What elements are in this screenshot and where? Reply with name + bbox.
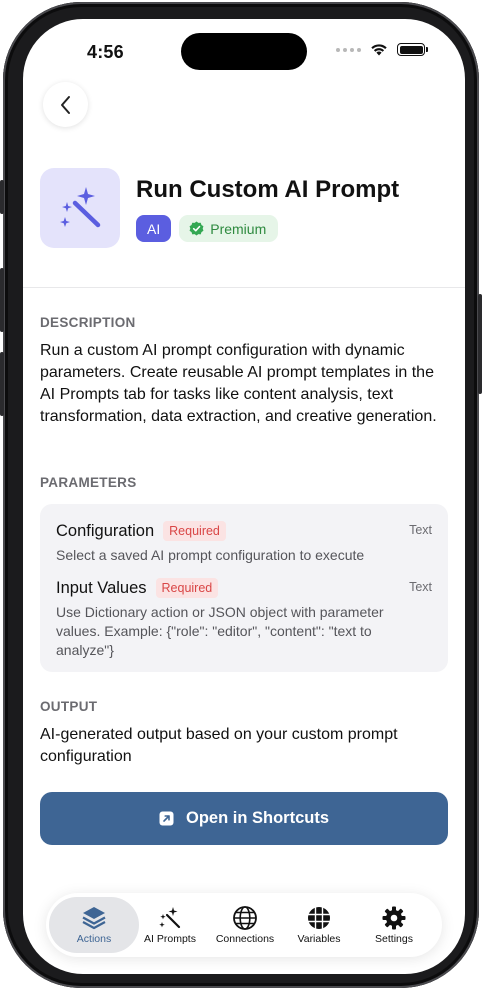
power-button [478,294,482,394]
tab-label: Variables [297,933,341,945]
parameter-item: Input Values Required Text Use Dictionar… [56,577,432,660]
cellular-signal-icon [336,47,361,52]
action-badges: AI Premium [136,215,279,242]
description-label: DESCRIPTION [40,315,136,330]
action-button [0,180,4,214]
action-icon-tile [40,168,120,248]
category-badge: AI [136,215,172,242]
screen: 4:56 Run Custom AI Prompt AI Premium DES… [23,19,465,974]
stack-icon [82,907,106,930]
tab-label: Settings [375,933,413,945]
output-label: OUTPUT [40,699,98,714]
gear-icon [382,906,406,930]
open-in-shortcuts-label: Open in Shortcuts [185,809,329,827]
parameter-name: Input Values [56,578,147,597]
chevron-left-icon [60,95,70,114]
header-divider [23,287,465,288]
parameter-description: Select a saved AI prompt configuration t… [56,547,365,563]
required-badge: Required [163,521,226,541]
parameters-card: Configuration Required Text Select a sav… [40,504,448,672]
tab-label: Actions [76,933,112,945]
magic-wand-icon [159,907,181,929]
parameter-item: Configuration Required Text Select a sav… [56,520,432,565]
wifi-icon [371,44,387,56]
action-title: Run Custom AI Prompt [136,176,400,203]
volume-down-button [0,352,4,416]
parameters-label: PARAMETERS [40,475,137,490]
required-badge: Required [155,578,219,598]
volume-up-button [0,268,4,332]
dynamic-island [181,33,307,70]
parameter-type: Text [409,523,432,537]
tab-bar: Actions AI Prompts Connections Variables… [46,893,442,957]
status-time: 4:56 [87,42,124,62]
battery-icon [397,43,428,56]
back-button[interactable] [43,82,88,127]
description-text: Run a custom AI prompt configuration wit… [40,342,437,425]
phone-frame: 4:56 Run Custom AI Prompt AI Premium DES… [0,2,482,988]
globe-icon [233,906,257,930]
tab-label: Connections [215,933,275,945]
status-icons [336,43,428,56]
tab-settings[interactable]: Settings [349,897,439,953]
grid-globe-icon [308,907,330,929]
parameter-description: Use Dictionary action or JSON object wit… [56,604,384,658]
open-in-shortcuts-button[interactable]: Open in Shortcuts [40,792,448,845]
premium-badge: Premium [179,215,279,242]
magic-wand-icon [60,187,101,228]
verified-check-icon [189,221,204,236]
premium-badge-label: Premium [210,220,267,237]
parameter-type: Text [409,580,432,594]
tab-label: AI Prompts [144,933,196,945]
output-text: AI-generated output based on your custom… [40,726,398,765]
external-link-icon [159,811,174,826]
parameter-name: Configuration [56,521,155,540]
